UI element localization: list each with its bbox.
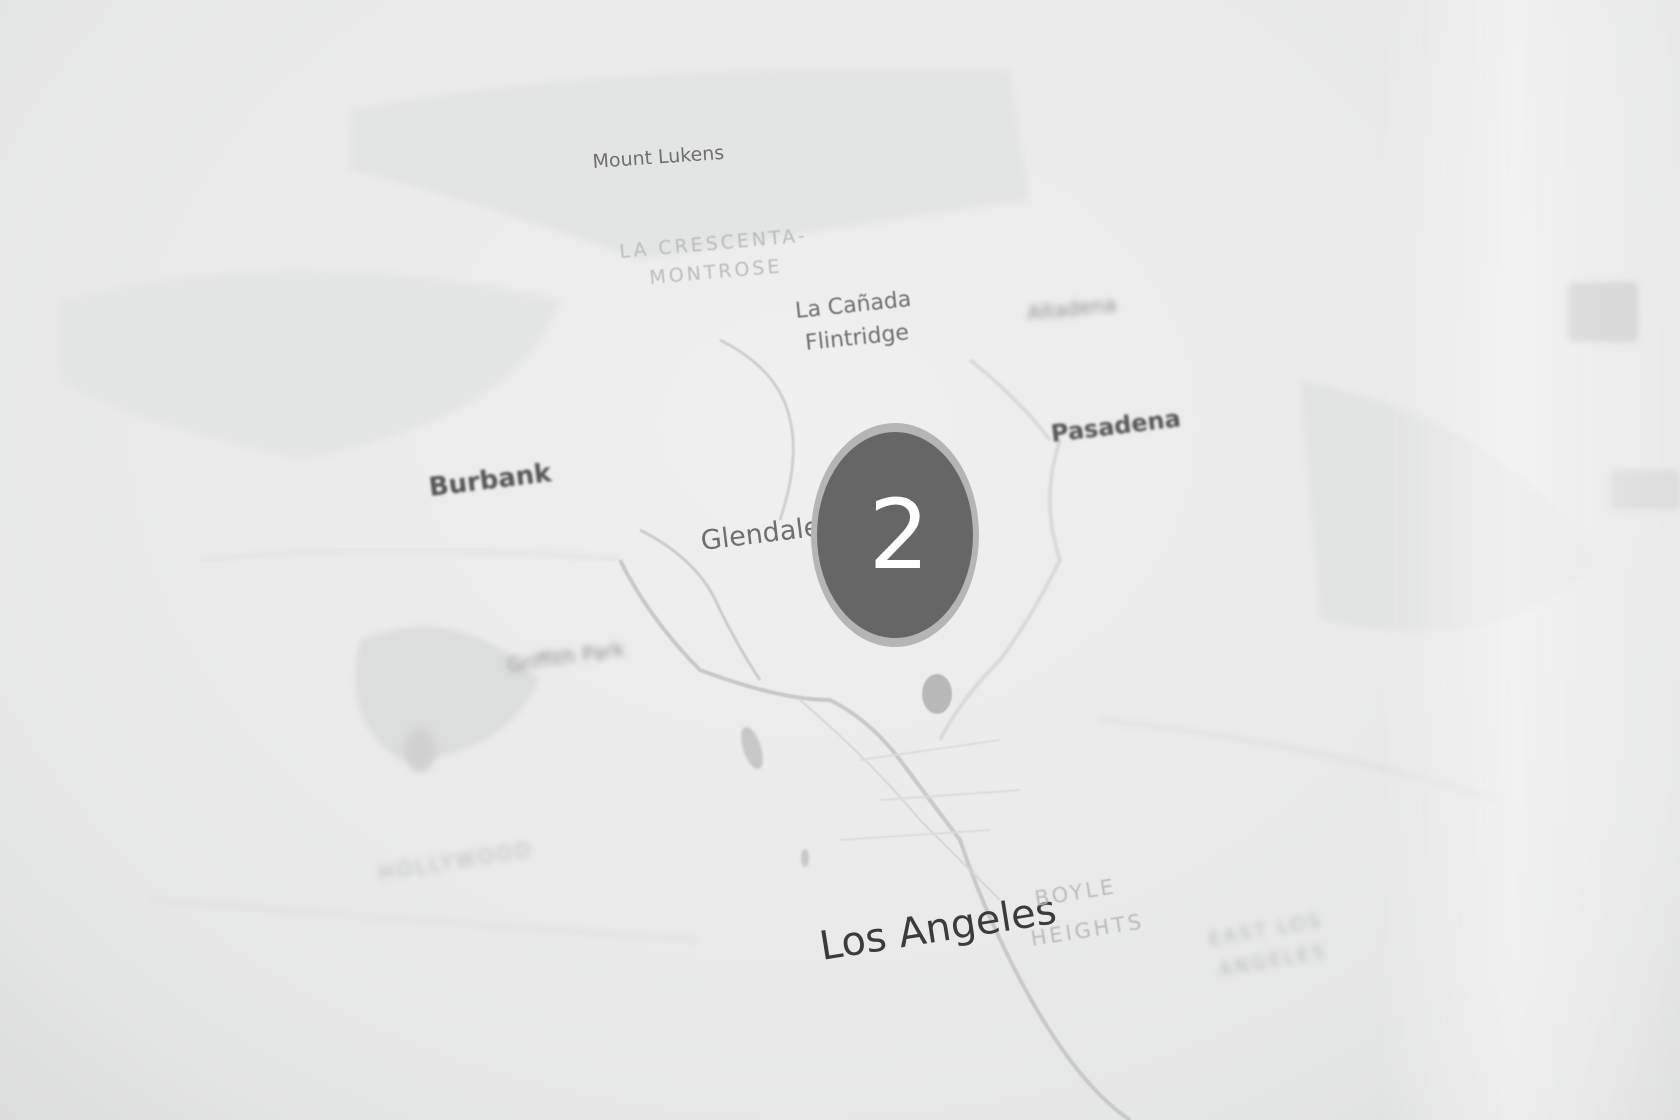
place-label-griffith-park: Griffith Park	[505, 637, 626, 677]
place-label-pasadena: Pasadena	[1049, 404, 1182, 448]
svg-text:HOLLYWOOD: HOLLYWOOD	[377, 837, 535, 885]
map-canvas[interactable]: Mount Lukens LA CRESCENTA- MONTROSE La C…	[0, 0, 1680, 1120]
place-label-burbank: Burbank	[427, 458, 554, 503]
svg-text:Los Angeles: Los Angeles	[816, 887, 1059, 970]
cluster-count: 2	[868, 479, 929, 591]
location-marker[interactable]	[922, 674, 952, 714]
cluster-marker[interactable]: 2	[811, 423, 979, 647]
place-label-los-angeles: Los Angeles	[816, 887, 1059, 970]
terrain-layer	[60, 68, 1600, 760]
svg-text:BOYLE: BOYLE	[1033, 874, 1118, 911]
svg-text:La Cañada: La Cañada	[794, 287, 912, 324]
place-label-la-canada-flintridge: La Cañada Flintridge	[794, 287, 912, 356]
svg-text:Glendale: Glendale	[699, 512, 822, 557]
svg-text:MONTROSE: MONTROSE	[649, 255, 784, 289]
place-label-east-los-angeles: EAST LOS ANGELES	[1207, 909, 1329, 981]
place-label-hollywood: HOLLYWOOD	[377, 837, 535, 885]
place-label-glendale: Glendale	[699, 512, 822, 557]
place-label-altadena: Altadena	[1026, 292, 1117, 325]
road-network	[149, 338, 1501, 1120]
svg-text:Flintridge: Flintridge	[804, 320, 910, 356]
svg-text:Altadena: Altadena	[1026, 292, 1117, 325]
svg-text:Burbank: Burbank	[427, 458, 554, 503]
map-controls-blurred[interactable]	[1568, 282, 1680, 510]
svg-text:Pasadena: Pasadena	[1049, 404, 1182, 448]
map-viewport[interactable]: Mount Lukens LA CRESCENTA- MONTROSE La C…	[0, 0, 1680, 1120]
svg-text:Griffith Park: Griffith Park	[505, 637, 626, 677]
